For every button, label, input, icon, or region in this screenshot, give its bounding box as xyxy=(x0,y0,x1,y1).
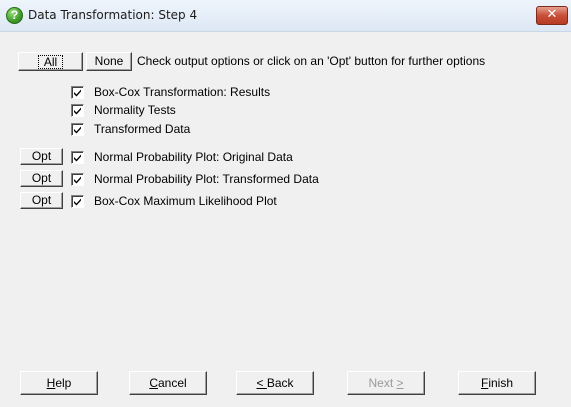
title-bar[interactable]: ? Data Transformation: Step 4 ✕ xyxy=(0,0,571,32)
checkmark-icon xyxy=(74,154,81,162)
finish-button[interactable]: Finish xyxy=(458,371,536,395)
option-checkbox[interactable] xyxy=(71,86,84,99)
option-label: Normal Probability Plot: Transformed Dat… xyxy=(94,172,319,186)
select-all-button[interactable]: All xyxy=(18,52,83,71)
option-checkbox[interactable] xyxy=(71,195,84,208)
option-row: Transformed Data xyxy=(0,120,571,138)
option-label: Normality Tests xyxy=(94,103,176,117)
next-label: Next xyxy=(368,376,397,390)
option-checkbox[interactable] xyxy=(71,151,84,164)
back-mnemonic: < xyxy=(256,376,267,390)
cancel-button[interactable]: Cancel xyxy=(129,371,207,395)
back-button[interactable]: < Back xyxy=(236,371,314,395)
dialog-content: All None Check output options or click o… xyxy=(0,32,571,407)
finish-label: inish xyxy=(488,376,514,390)
option-row: Box-Cox Transformation: Results xyxy=(0,83,571,101)
help-label: elp xyxy=(55,376,72,390)
cancel-label: ancel xyxy=(157,376,187,390)
option-label: Box-Cox Transformation: Results xyxy=(94,85,271,99)
cancel-mnemonic: C xyxy=(149,376,158,390)
checkmark-icon xyxy=(74,198,81,206)
back-label: Back xyxy=(266,376,294,390)
checkmark-icon xyxy=(74,126,81,134)
option-label: Normal Probability Plot: Original Data xyxy=(94,150,293,164)
help-button[interactable]: Help xyxy=(20,371,98,395)
next-button[interactable]: Next > xyxy=(347,371,425,395)
opt-button[interactable]: Opt xyxy=(20,148,63,165)
checkmark-icon xyxy=(74,89,81,97)
option-label: Box-Cox Maximum Likelihood Plot xyxy=(94,194,277,208)
dialog-window: ? Data Transformation: Step 4 ✕ All None… xyxy=(0,0,571,407)
checkmark-icon xyxy=(74,107,81,115)
option-checkbox[interactable] xyxy=(71,104,84,117)
option-row: Opt Normal Probability Plot: Transformed… xyxy=(0,170,571,188)
option-label: Transformed Data xyxy=(94,122,191,136)
window-title: Data Transformation: Step 4 xyxy=(28,8,198,22)
option-row: Opt Box-Cox Maximum Likelihood Plot xyxy=(0,192,571,210)
opt-button[interactable]: Opt xyxy=(20,192,63,209)
checkmark-icon xyxy=(74,176,81,184)
option-checkbox[interactable] xyxy=(71,123,84,136)
option-checkbox[interactable] xyxy=(71,173,84,186)
next-mnemonic: > xyxy=(396,376,404,390)
instruction-text: Check output options or click on an 'Opt… xyxy=(137,54,486,68)
close-button[interactable]: ✕ xyxy=(536,6,568,25)
opt-button[interactable]: Opt xyxy=(20,170,63,187)
question-icon: ? xyxy=(6,7,23,24)
select-none-button[interactable]: None xyxy=(86,52,132,71)
option-row: Opt Normal Probability Plot: Original Da… xyxy=(0,148,571,166)
option-row: Normality Tests xyxy=(0,101,571,119)
select-all-label: All xyxy=(37,55,64,69)
